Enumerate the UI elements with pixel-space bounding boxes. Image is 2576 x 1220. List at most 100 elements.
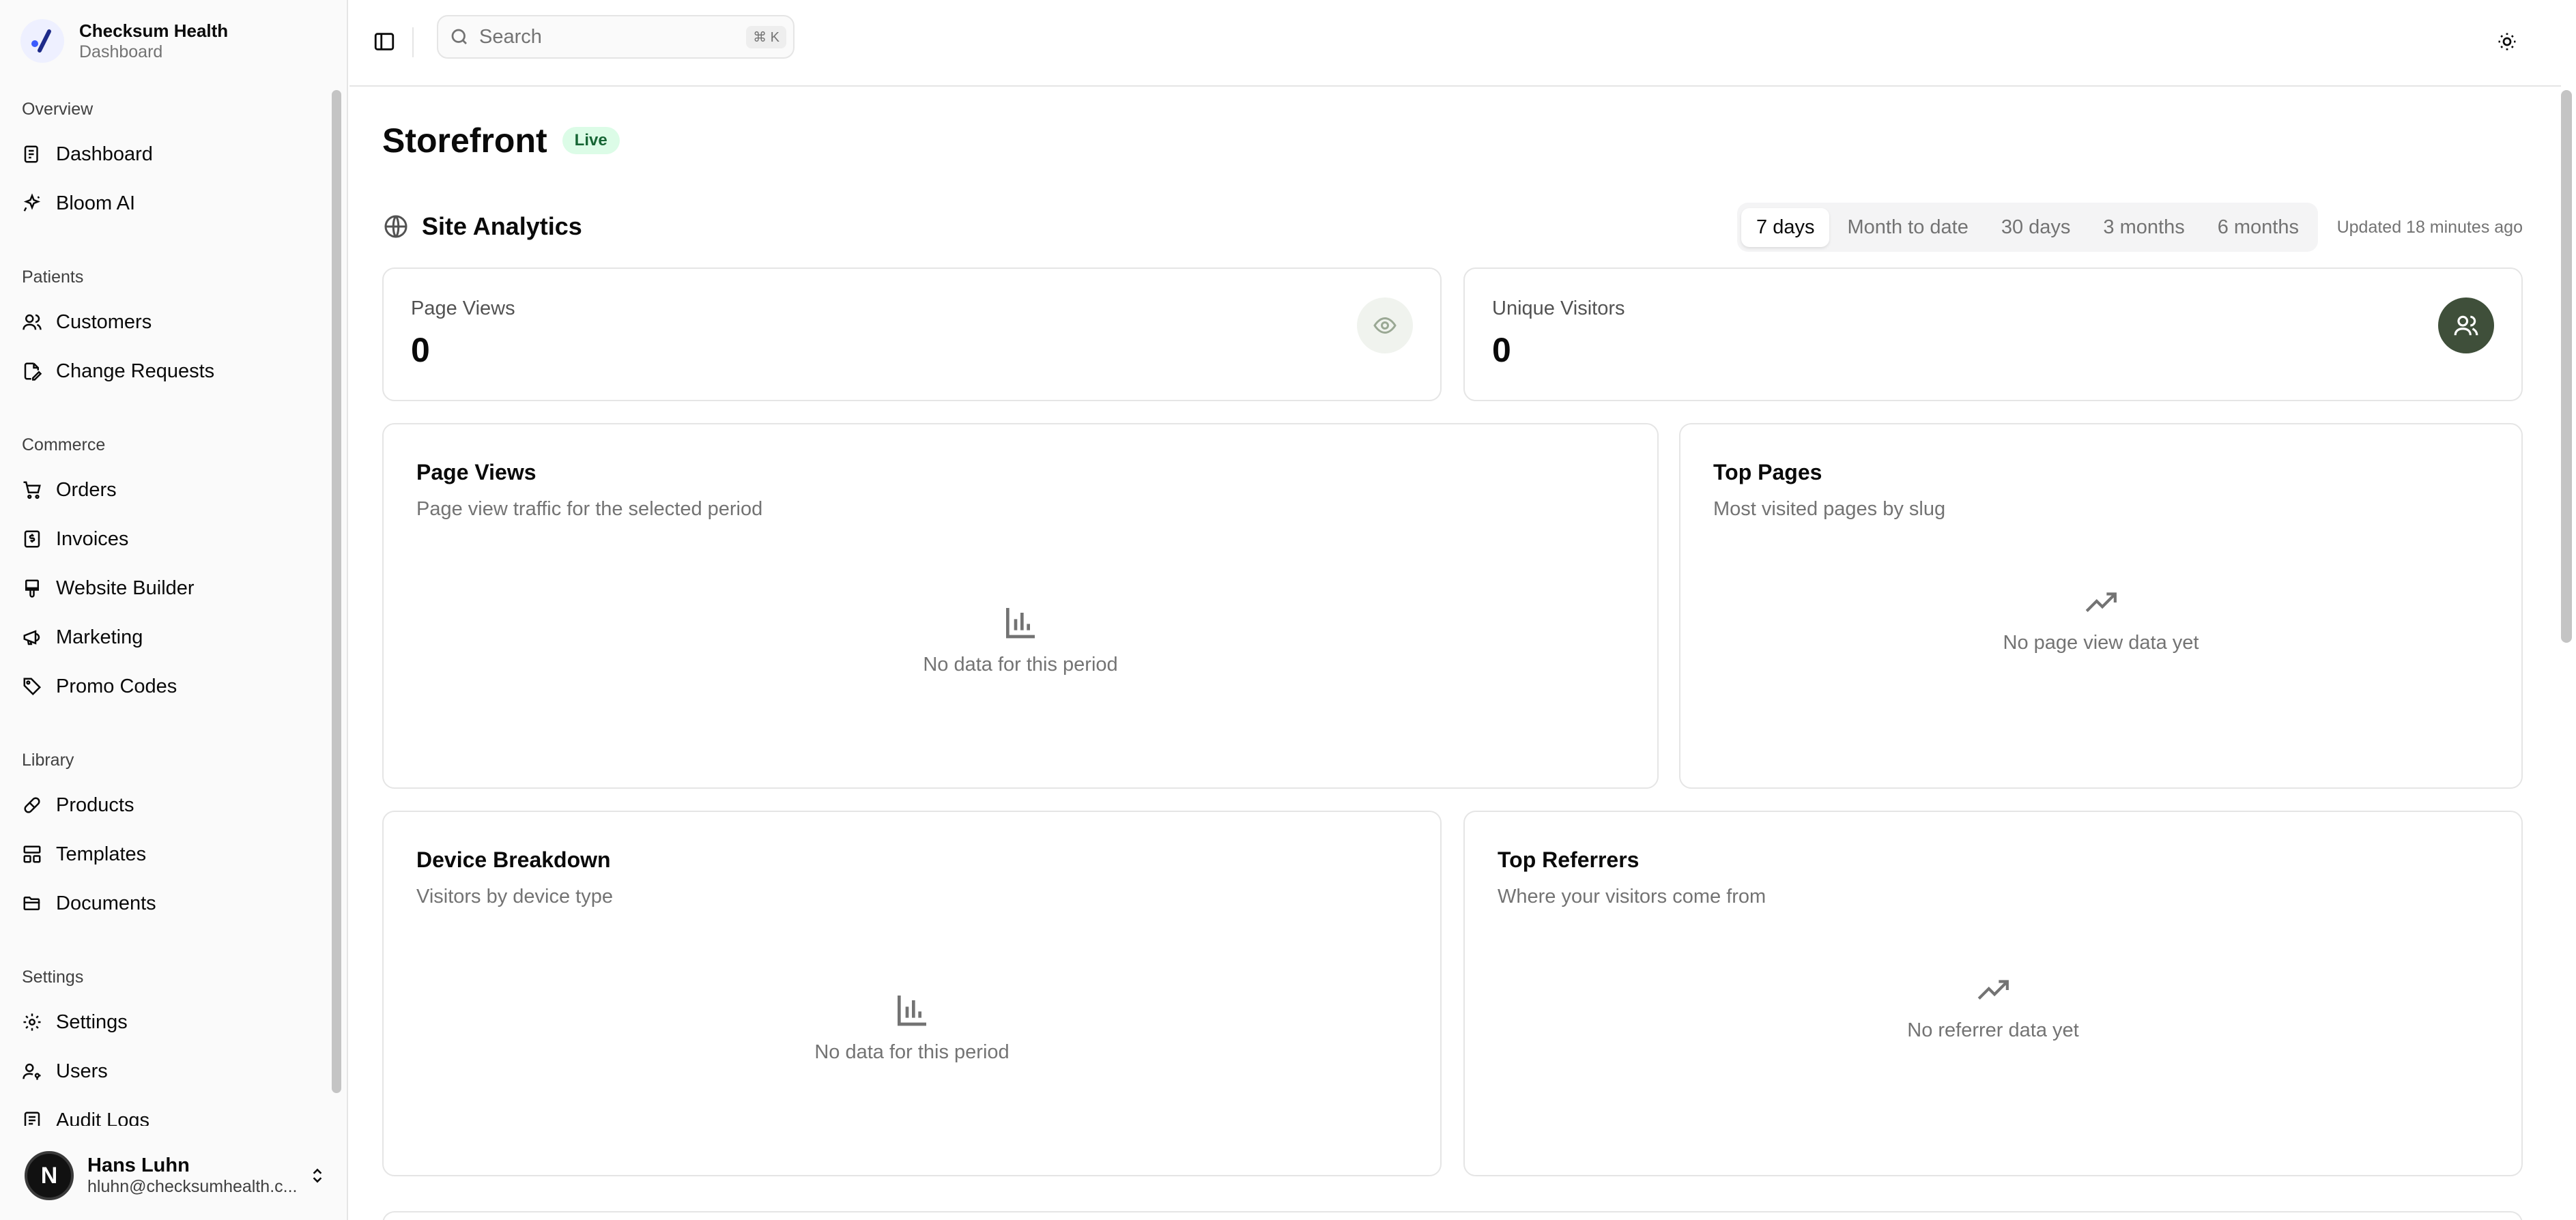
file-edit-icon [24, 362, 42, 381]
empty-state: No referrer data yet [1465, 973, 2521, 1042]
card-subtitle: Visitors by device type [416, 886, 613, 907]
nav-group-label: Patients [22, 267, 84, 287]
status-badge: Live [562, 127, 620, 154]
card-partial [382, 1211, 2523, 1220]
sidebar-item-marketing[interactable]: Marketing [0, 613, 328, 662]
sidebar-scrollbar[interactable] [332, 90, 341, 1093]
sidebar-item-bloom-ai[interactable]: Bloom AI [0, 179, 328, 228]
sidebar-item-label: Change Requests [56, 360, 215, 382]
sidebar-item-orders[interactable]: Orders [0, 465, 328, 514]
empty-state-text: No page view data yet [2003, 632, 2199, 654]
sidebar-item-label: Website Builder [56, 577, 195, 599]
sidebar-item-label: Products [56, 794, 134, 816]
card-title: Device Breakdown [416, 847, 611, 872]
sidebar-item-products[interactable]: Products [0, 781, 328, 830]
brand-logo-icon [20, 19, 64, 63]
sidebar-item-label: Marketing [56, 626, 143, 648]
card-subtitle: Where your visitors come from [1498, 886, 1766, 907]
stat-label: Page Views [411, 297, 515, 319]
sidebar-item-customers[interactable]: Customers [0, 297, 328, 347]
empty-state: No data for this period [384, 603, 1657, 676]
brand[interactable]: Checksum Health Dashboard [20, 19, 228, 63]
stat-value: 0 [1492, 331, 1511, 369]
page-title: Storefront [382, 121, 547, 160]
nav-group-label: Settings [22, 968, 84, 987]
brand-subtitle: Dashboard [79, 42, 163, 61]
nav-group-label: Library [22, 751, 74, 770]
tab-month-to-date[interactable]: Month to date [1832, 208, 1983, 247]
sidebar-item-label: Users [56, 1060, 108, 1082]
gear-icon [23, 1013, 41, 1031]
stat-card-page-views: Page Views 0 [382, 267, 1442, 401]
card-title: Top Pages [1713, 460, 1822, 484]
empty-state: No page view data yet [1680, 585, 2521, 654]
sidebar-item-label: Documents [56, 892, 156, 914]
card-top-referrers: Top Referrers Where your visitors come f… [1463, 811, 2523, 1176]
tab-7-days[interactable]: 7 days [1741, 207, 1830, 247]
search-icon [451, 29, 467, 44]
bar-chart-icon [898, 996, 926, 1026]
section-title-label: Site Analytics [422, 212, 582, 240]
updated-timestamp: Updated 18 minutes ago [2336, 218, 2523, 237]
brand-name: Checksum Health [79, 20, 229, 41]
sidebar-item-templates[interactable]: Templates [0, 830, 328, 879]
pill-icon [24, 797, 40, 813]
sidebar-item-users[interactable]: Users [0, 1047, 328, 1096]
sidebar-toggle-icon[interactable] [373, 30, 396, 53]
nav-group-label: Overview [22, 100, 94, 119]
cart-icon [23, 481, 41, 499]
folder-icon [23, 897, 40, 910]
empty-state: No data for this period [384, 991, 1440, 1064]
sidebar-item-invoices[interactable]: Invoices [0, 514, 328, 564]
dashboard-icon [24, 145, 38, 163]
nav-group-label: Commerce [22, 435, 106, 454]
sidebar-item-label: Invoices [56, 527, 129, 550]
users-icon [2438, 297, 2494, 353]
sidebar-item-documents[interactable]: Documents [0, 879, 328, 928]
empty-state-text: No data for this period [923, 654, 1118, 676]
user-email: hluhn@checksumhealth.c... [87, 1177, 298, 1196]
period-selector: 7 days Month to date 30 days 3 months 6 … [1737, 203, 2318, 252]
stat-label: Unique Visitors [1492, 297, 1625, 319]
card-subtitle: Page view traffic for the selected perio… [416, 498, 763, 520]
sidebar-nav: Overview Dashboard Bloom AI Patients Cus… [0, 89, 328, 1126]
eye-icon [1357, 297, 1413, 353]
invoice-icon [24, 530, 40, 548]
sidebar-item-audit-logs[interactable]: Audit Logs [0, 1096, 328, 1126]
search-input[interactable]: Search ⌘ K [437, 15, 795, 59]
bar-chart-icon [1006, 608, 1035, 639]
sun-icon[interactable] [2497, 31, 2517, 52]
sidebar-item-website-builder[interactable]: Website Builder [0, 564, 328, 613]
tab-3-months[interactable]: 3 months [2088, 208, 2199, 247]
user-name: Hans Luhn [87, 1154, 190, 1176]
sidebar-item-settings[interactable]: Settings [0, 998, 328, 1047]
top-bar: Search ⌘ K [349, 0, 2561, 87]
sidebar-item-label: Bloom AI [56, 192, 136, 214]
sidebar-item-promo-codes[interactable]: Promo Codes [0, 662, 328, 711]
user-menu[interactable]: N Hans Luhn hluhn@checksumhealth.c... [0, 1131, 347, 1220]
page-scrollbar[interactable] [2561, 90, 2572, 643]
trending-up-icon [2085, 592, 2117, 612]
empty-state-text: No data for this period [814, 1041, 1010, 1063]
tab-30-days[interactable]: 30 days [1986, 208, 2086, 247]
empty-state-text: No referrer data yet [1907, 1019, 2079, 1041]
section-title: Site Analytics [382, 212, 582, 241]
sidebar-item-change-requests[interactable]: Change Requests [0, 347, 328, 396]
stat-card-unique-visitors: Unique Visitors 0 [1463, 267, 2523, 401]
globe-icon [384, 215, 407, 238]
card-top-pages: Top Pages Most visited pages by slug No … [1679, 423, 2523, 789]
sidebar-item-dashboard[interactable]: Dashboard [0, 130, 328, 179]
sidebar-item-label: Dashboard [56, 143, 153, 165]
sparkles-icon [23, 193, 41, 212]
brush-icon [25, 579, 39, 598]
layout-icon [23, 845, 41, 863]
tab-6-months[interactable]: 6 months [2203, 208, 2314, 247]
sidebar: Checksum Health Dashboard Overview Dashb… [0, 0, 348, 1220]
log-icon [24, 1112, 40, 1126]
sidebar-item-label: Customers [56, 310, 152, 333]
sidebar-item-label: Promo Codes [56, 675, 177, 697]
users-icon [23, 314, 42, 330]
sidebar-item-label: Audit Logs [56, 1109, 150, 1127]
trending-up-icon [1977, 980, 2009, 1000]
card-page-views: Page Views Page view traffic for the sel… [382, 423, 1659, 789]
